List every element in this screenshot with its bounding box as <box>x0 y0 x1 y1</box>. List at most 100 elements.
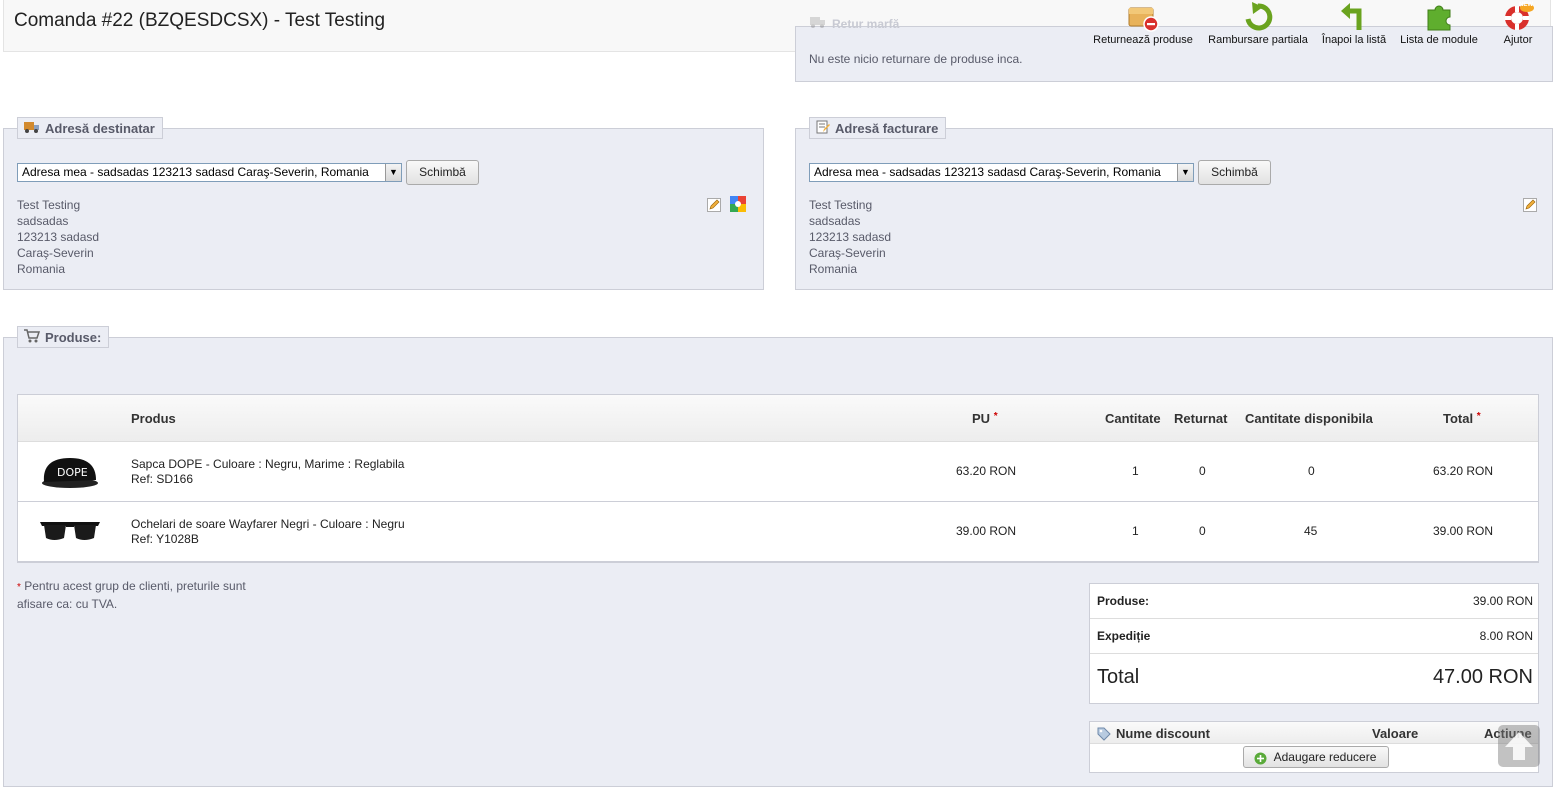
billing-address-panel <box>795 128 1553 290</box>
product-total: 63.20 RON <box>1433 464 1494 478</box>
shipping-address-legend: Adresă destinatar <box>17 117 163 139</box>
shipping-address-country: Romania <box>17 262 66 276</box>
help-label: Ajutor <box>1503 34 1533 46</box>
column-available: Cantitate disponibila <box>1245 411 1373 426</box>
shipping-address-legend-label: Adresă destinatar <box>45 120 155 136</box>
return-products-button[interactable]: Returnează produse <box>1093 0 1193 46</box>
product-total: 39.00 RON <box>1433 524 1494 538</box>
tag-icon <box>1097 726 1111 745</box>
product-available: 45 <box>1304 524 1318 538</box>
invoice-icon <box>816 120 830 137</box>
refresh-arrow-icon <box>1208 2 1308 32</box>
shipping-address-street: sadsadas <box>17 214 69 228</box>
product-ref: Ref: Y1028B <box>131 532 199 546</box>
discounts-table: Nume discount Valoare Actiune Adaugare r… <box>1089 721 1539 773</box>
help-badge: NEW <box>1519 2 1533 8</box>
column-unit-price-label: PU <box>972 411 991 426</box>
product-quantity: 1 <box>1132 524 1139 538</box>
billing-address-name: Test Testing <box>809 198 873 212</box>
returns-empty-text: Nu este nicio returnare de produse inca. <box>809 52 1023 66</box>
module-list-label: Lista de module <box>1400 34 1478 46</box>
arrow-up-icon <box>1504 730 1534 766</box>
add-discount-button[interactable]: Adaugare reducere <box>1243 746 1389 768</box>
totals-products-label: Produse: <box>1097 594 1150 608</box>
returns-legend: Retur marfă <box>810 16 899 31</box>
price-note: * Pentru acest grup de clienti, preturil… <box>17 578 246 612</box>
products-table-header: Produs PU * Cantitate Returnat Cantitate… <box>18 395 1538 442</box>
edit-pencil-icon[interactable] <box>1523 197 1537 216</box>
product-quantity: 1 <box>1132 464 1139 478</box>
product-image-cap-text: DOPE <box>57 466 88 479</box>
column-total-label: Total <box>1443 411 1474 426</box>
back-to-list-label: Înapoi la listă <box>1321 34 1387 46</box>
module-list-button[interactable]: Lista de module <box>1398 0 1480 46</box>
billing-address-legend: Adresă facturare <box>809 117 947 139</box>
shipping-address-name: Test Testing <box>17 198 81 212</box>
puzzle-icon <box>1398 2 1480 32</box>
returns-legend-label: Retur marfă <box>832 16 900 31</box>
return-products-label: Returnează produse <box>1093 34 1193 46</box>
shipping-address-region: Caraş-Severin <box>17 246 94 260</box>
add-circle-icon <box>1254 751 1267 771</box>
product-available: 0 <box>1308 464 1315 478</box>
shipping-address-select-value: Adresa mea - sadsadas 123213 sadasd Cara… <box>22 165 369 179</box>
totals-shipping-label: Expediție <box>1097 629 1151 643</box>
product-name[interactable]: Ochelari de soare Wayfarer Negri - Culoa… <box>131 517 405 531</box>
table-row: DOPE Sapca DOPE - Culoare : Negru, Marim… <box>18 442 1538 502</box>
price-note-line1: Pentru acest grup de clienti, preturile … <box>20 579 246 593</box>
totals-shipping-value: 8.00 RON <box>1479 629 1533 643</box>
product-image-sunglasses <box>38 518 102 548</box>
billing-address-street: sadsadas <box>809 214 861 228</box>
billing-address-select[interactable]: Adresa mea - sadsadas 123213 sadasd Cara… <box>809 163 1194 182</box>
help-lifebuoy-icon <box>1494 2 1542 32</box>
products-legend: Produse: <box>17 326 110 348</box>
column-product: Produs <box>131 411 176 426</box>
product-ref: Ref: SD166 <box>131 472 194 486</box>
table-row: Ochelari de soare Wayfarer Negri - Culoa… <box>18 502 1538 562</box>
product-unit-price: 63.20 RON <box>956 464 1017 478</box>
column-quantity: Cantitate <box>1105 411 1161 426</box>
truck-icon <box>24 121 40 136</box>
billing-change-button[interactable]: Schimbă <box>1198 160 1271 185</box>
price-note-line2: afisare ca: cu TVA. <box>17 597 118 611</box>
page-title: Comanda #22 (BZQESDCSX) - Test Testing <box>14 10 386 31</box>
chevron-down-icon: ▼ <box>1177 164 1193 181</box>
google-maps-icon[interactable] <box>730 196 746 216</box>
billing-address-select-value: Adresa mea - sadsadas 123213 sadasd Cara… <box>814 165 1161 179</box>
column-returned: Returnat <box>1174 411 1228 426</box>
column-total: Total * <box>1443 411 1481 426</box>
chevron-down-icon: ▼ <box>385 164 401 181</box>
products-table: Produs PU * Cantitate Returnat Cantitate… <box>17 394 1539 563</box>
required-star: * <box>993 411 998 422</box>
back-arrow-icon <box>1320 2 1388 32</box>
required-star: * <box>1476 411 1481 422</box>
product-unit-price: 39.00 RON <box>956 524 1017 538</box>
totals-shipping-row: Expediție 8.00 RON <box>1090 619 1538 654</box>
cart-icon <box>24 328 41 346</box>
back-to-list-button[interactable]: Înapoi la listă <box>1320 0 1388 46</box>
totals-products-value: 39.00 RON <box>1472 594 1533 608</box>
product-returned: 0 <box>1199 524 1206 538</box>
totals-grand-value: 47.00 RON <box>1432 666 1533 688</box>
shipping-address-city: 123213 sadasd <box>17 230 100 244</box>
help-button[interactable]: NEW Ajutor <box>1494 0 1542 46</box>
product-returned: 0 <box>1199 464 1206 478</box>
edit-pencil-icon[interactable] <box>707 197 721 216</box>
discount-name-header: Nume discount <box>1116 726 1210 741</box>
billing-address-country: Romania <box>809 262 858 276</box>
partial-refund-button[interactable]: Rambursare partiala <box>1208 0 1308 46</box>
order-totals: Produse: 39.00 RON Expediție 8.00 RON To… <box>1089 583 1539 704</box>
products-legend-label: Produse: <box>45 329 102 345</box>
shipping-address-select[interactable]: Adresa mea - sadsadas 123213 sadasd Cara… <box>17 163 402 182</box>
product-name[interactable]: Sapca DOPE - Culoare : Negru, Marime : R… <box>131 457 404 471</box>
product-image-cap: DOPE <box>38 452 102 494</box>
truck-icon <box>810 16 826 31</box>
add-discount-label: Adaugare reducere <box>1273 750 1377 764</box>
shipping-change-button[interactable]: Schimbă <box>406 160 479 185</box>
shipping-address-panel <box>3 128 764 290</box>
discount-value-header: Valoare <box>1372 726 1419 741</box>
billing-address-city: 123213 sadasd <box>809 230 892 244</box>
totals-grand-label: Total <box>1097 666 1140 688</box>
totals-grand-row: Total 47.00 RON <box>1090 654 1538 703</box>
scroll-to-top-button[interactable] <box>1498 725 1540 767</box>
